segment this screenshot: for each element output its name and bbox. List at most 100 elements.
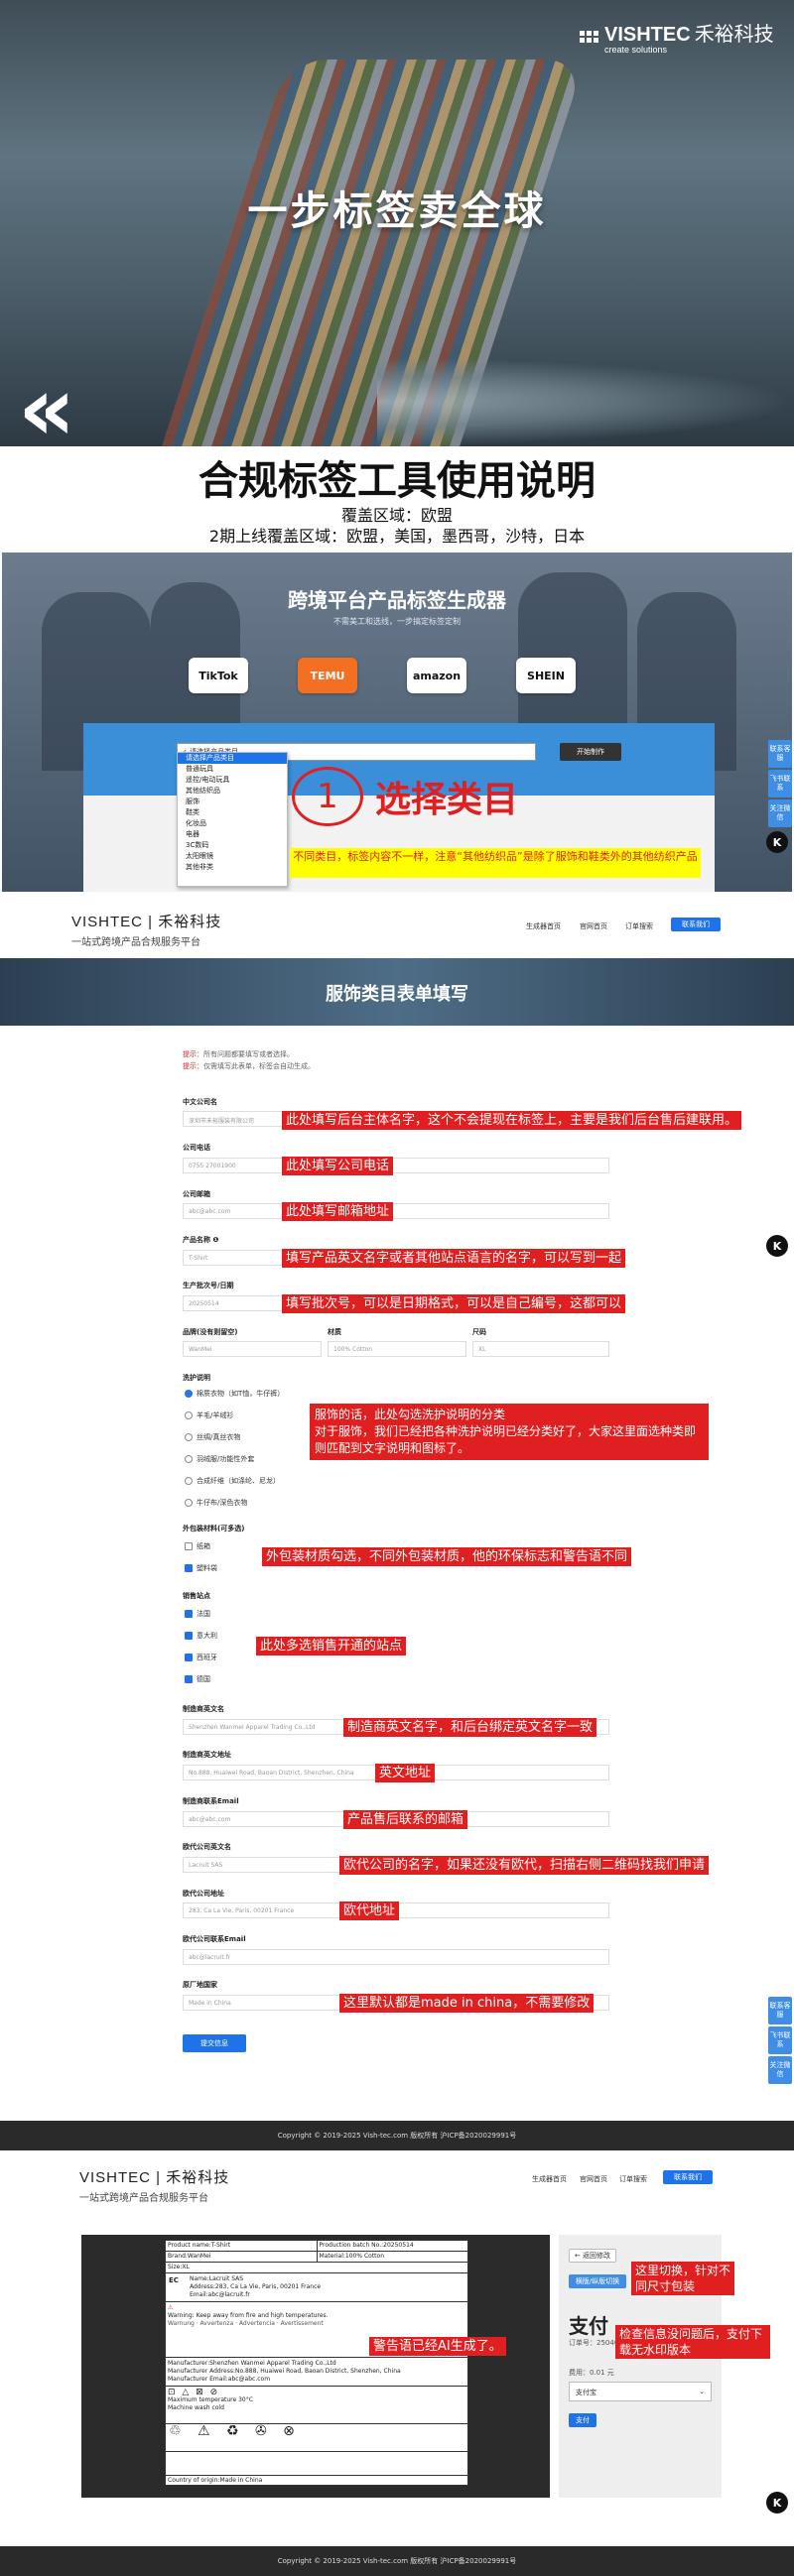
nav-order-search[interactable]: 订单搜索 (619, 2174, 647, 2184)
radio-checked-icon (185, 1390, 193, 1398)
nav-generator-home[interactable]: 生成器首页 (532, 2174, 567, 2184)
category-option[interactable]: 太阳眼镜 (178, 851, 287, 862)
nav-official-home[interactable]: 官网首页 (580, 921, 607, 931)
site-option[interactable]: 德国 (185, 1674, 210, 1684)
label-eu-email: Email:abc@lacruit.fr (190, 2291, 250, 2298)
packaging-option[interactable]: 塑料袋 (185, 1563, 217, 1573)
logo-text: VISHTEC | 禾裕科技 (71, 914, 222, 930)
k-float-icon[interactable]: K (766, 831, 788, 853)
back-edit-button[interactable]: ← 返回修改 (569, 2249, 616, 2263)
start-button[interactable]: 开始制作 (560, 743, 621, 761)
form-banner-title: 服饰类目表单填写 (326, 984, 468, 1005)
contact-service-widget[interactable]: 联系客服 (768, 1997, 792, 2024)
platform-shein[interactable]: SHEIN (516, 658, 576, 693)
contact-button[interactable]: 联系我们 (671, 918, 721, 931)
submit-button[interactable]: 提交信息 (183, 2034, 246, 2052)
category-option[interactable]: 服饰 (178, 797, 287, 807)
payment-method-select[interactable]: 支付宝 ⌄ (569, 2382, 712, 2401)
k-float-icon[interactable]: K (766, 2492, 788, 2514)
site-logo[interactable]: VISHTEC | 禾裕科技 一站式跨境产品合规服务平台 (71, 911, 221, 948)
annotation-eu-rep-address: 欧代地址 (339, 1901, 400, 1920)
annotation-wash: 服饰的话，此处勾选洗护说明的分类 对于服饰，我们已经把各种洗护说明已经分类好了，… (310, 1404, 709, 1460)
annotation-size-switch: 这里切换，针对不同尺寸包装 (631, 2262, 734, 2295)
category-option[interactable]: 遥控/电动玩具 (178, 775, 287, 786)
brand-cn: 禾裕科技 (694, 22, 774, 46)
temu-label: TEMU (310, 669, 345, 682)
category-option[interactable]: 普通玩具 (178, 764, 287, 775)
label-machine-wash: Machine wash cold (168, 2404, 224, 2411)
back-chevron-icon[interactable]: « (18, 365, 75, 447)
category-options-list[interactable]: 请选择产品类目 普通玩具 遥控/电动玩具 其他纺织品 服饰 鞋类 化妆品 电器 … (177, 752, 288, 887)
eu-rep-name-label: 欧代公司英文名 (183, 1843, 231, 1851)
nav-generator-home[interactable]: 生成器首页 (526, 921, 561, 931)
category-option[interactable]: 鞋类 (178, 807, 287, 818)
feishu-widget[interactable]: 飞书联系 (768, 2026, 792, 2054)
site-option[interactable]: 意大利 (185, 1631, 217, 1641)
category-option[interactable]: 请选择产品类目 (178, 753, 287, 764)
wash-option[interactable]: 羊毛/羊绒衫 (185, 1411, 233, 1420)
phone-input[interactable]: 0755 27001900 (183, 1158, 609, 1173)
tip-label: 提示： (183, 1050, 203, 1058)
annotation-packaging: 外包装材质勾选，不同外包装材质，他的环保标志和警告语不同 (262, 1547, 632, 1566)
category-option[interactable]: 3C数码 (178, 840, 287, 851)
wash-option-label: 羊毛/羊绒衫 (197, 1411, 234, 1419)
category-option[interactable]: 其他非类 (178, 862, 287, 873)
platform-temu[interactable]: TEMU (298, 658, 357, 693)
company-name-label: 中文公司名 (183, 1098, 217, 1106)
top-navbar: VISHTEC | 禾裕科技 一站式跨境产品合规服务平台 生成器首页 官网首页 … (0, 2152, 794, 2218)
brand-name: VISHTEC (604, 24, 691, 46)
email-input[interactable]: abc@abc.com (183, 1203, 609, 1219)
feishu-widget[interactable]: 飞书联系 (768, 770, 792, 797)
wash-option[interactable]: 合成纤维（如涤纶、尼龙） (185, 1476, 280, 1486)
sales-site-label: 销售站点 (183, 1592, 210, 1600)
wash-option-label: 丝绸/真丝衣物 (197, 1433, 241, 1441)
wash-option[interactable]: 丝绸/真丝衣物 (185, 1432, 240, 1442)
contact-button[interactable]: 联系我们 (663, 2170, 713, 2184)
packaging-option[interactable]: 纸箱 (185, 1541, 210, 1551)
logo-tagline: 一站式跨境产品合规服务平台 (79, 2193, 208, 2204)
size-input[interactable]: XL (472, 1341, 609, 1357)
email-label: 公司邮箱 (183, 1190, 210, 1198)
site-option[interactable]: 法国 (185, 1609, 210, 1619)
wash-option[interactable]: 棉质衣物（如T恤，牛仔裤） (185, 1389, 284, 1399)
k-float-icon[interactable]: K (766, 1235, 788, 1257)
logo-grid-icon (580, 30, 598, 43)
site-option[interactable]: 西班牙 (185, 1653, 217, 1662)
site-logo[interactable]: VISHTEC | 禾裕科技 一站式跨境产品合规服务平台 (79, 2166, 229, 2204)
contact-service-widget[interactable]: 联系客服 (768, 740, 792, 768)
checkbox-checked-icon (185, 1610, 193, 1618)
wechat-widget[interactable]: 关注微信 (768, 799, 792, 827)
wash-option-label: 羽绒服/功能性外套 (197, 1455, 255, 1463)
logo-text: VISHTEC | 禾裕科技 (79, 2169, 230, 2186)
radio-icon (185, 1477, 193, 1485)
eu-rep-email-input[interactable]: abc@lacruit.fr (183, 1949, 609, 1965)
wash-option[interactable]: 羽绒服/功能性外套 (185, 1454, 254, 1464)
generator-title: 跨境平台产品标签生成器 (288, 588, 506, 612)
wash-symbols-icon: ⊡ △ ⊠ ⊘ (168, 2388, 220, 2397)
platform-amazon[interactable]: amazon (407, 658, 466, 693)
nav-order-search[interactable]: 订单搜索 (625, 921, 653, 931)
origin-label: 原厂地国家 (183, 1981, 217, 1989)
category-option[interactable]: 电器 (178, 829, 287, 840)
order-label: 订单号： (569, 2339, 596, 2347)
brand-logo: VISHTEC 禾裕科技 create solutions (580, 18, 774, 55)
material-input[interactable]: 100% Cotton (328, 1341, 466, 1357)
platform-tiktok[interactable]: TikTok (189, 658, 248, 693)
category-option[interactable]: 化妆品 (178, 818, 287, 829)
radio-icon (185, 1455, 193, 1463)
orientation-toggle-button[interactable]: 横版/纵版切换 (569, 2274, 626, 2288)
generated-label: Product name:T-Shirt Production batch No.… (165, 2240, 468, 2486)
chevron-down-icon: ⌄ (699, 2388, 705, 2395)
annotation-eu-rep-name: 欧代公司的名字，如果还没有欧代，扫描右侧二维码找我们申请 (339, 1856, 710, 1875)
pay-button[interactable]: 支付 (569, 2413, 596, 2427)
brand-input[interactable]: WanMei (183, 1341, 322, 1357)
annotation-payment: 检查信息没问题后，支付下载无水印版本 (615, 2325, 770, 2359)
wash-option[interactable]: 牛仔布/深色衣物 (185, 1498, 247, 1508)
label-warning: Warning: Keep away from fire and high te… (168, 2312, 329, 2319)
nav-official-home[interactable]: 官网首页 (580, 2174, 607, 2184)
category-option[interactable]: 其他纺织品 (178, 786, 287, 797)
tip-line-1: 提示：所有问题都要填写或者选择。 (183, 1049, 294, 1059)
phone-label: 公司电话 (183, 1144, 210, 1152)
wechat-widget[interactable]: 关注微信 (768, 2056, 792, 2084)
step-number-badge: 1 (292, 767, 363, 826)
